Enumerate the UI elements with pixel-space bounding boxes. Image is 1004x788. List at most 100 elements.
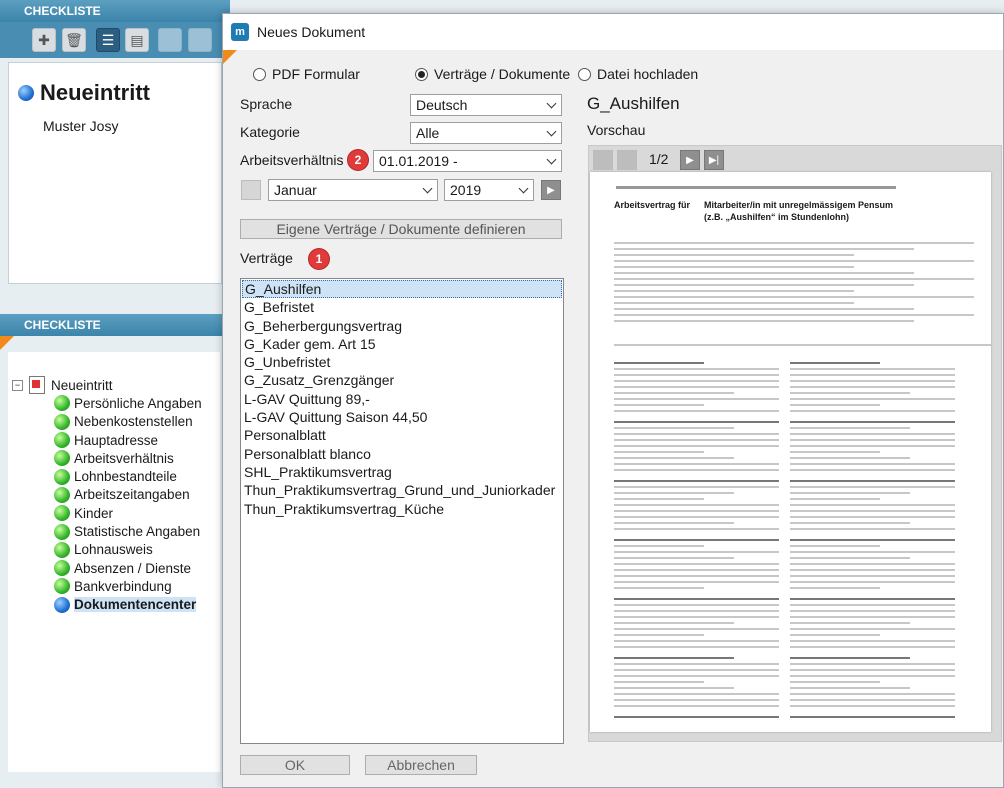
- doc-text-line: [614, 290, 854, 292]
- radio-icon[interactable]: [578, 67, 591, 81]
- doc-text-line: [614, 386, 779, 388]
- radio-icon[interactable]: [253, 67, 266, 81]
- radio-vertraege-dokumente[interactable]: Verträge / Dokumente: [415, 66, 570, 82]
- delete-icon[interactable]: 🗑: [62, 28, 86, 52]
- tree-item-label: Lohnbestandteile: [74, 469, 177, 485]
- doc-text-line: [790, 498, 880, 500]
- next-page-button[interactable]: ▶: [680, 150, 700, 170]
- status-done-icon: [54, 541, 70, 558]
- tree-item[interactable]: Lohnbestandteile: [12, 467, 202, 485]
- toolbar-button-disabled[interactable]: [188, 28, 212, 52]
- tree-root[interactable]: − Neueintritt: [12, 376, 202, 395]
- doc-text-line: [614, 362, 704, 364]
- doc-text-line: [614, 581, 779, 583]
- ok-button[interactable]: OK: [240, 755, 350, 775]
- list-view-icon[interactable]: ☰: [96, 28, 120, 52]
- doc-text-line: [614, 302, 854, 304]
- tree-item[interactable]: Absenzen / Dienste: [12, 559, 202, 577]
- previous-period-button[interactable]: [241, 180, 261, 200]
- vertrag-list-item[interactable]: L-GAV Quittung Saison 44,50: [242, 408, 562, 426]
- doc-text-line: [790, 657, 910, 659]
- toolbar-button-disabled[interactable]: [158, 28, 182, 52]
- tree-item[interactable]: Arbeitszeitangaben: [12, 486, 202, 504]
- radio-datei-hochladen[interactable]: Datei hochladen: [578, 66, 698, 82]
- radio-label: PDF Formular: [272, 66, 360, 82]
- collapse-icon[interactable]: −: [12, 379, 23, 391]
- radio-selected-icon[interactable]: [415, 67, 428, 81]
- kategorie-select[interactable]: Alle: [410, 122, 562, 144]
- status-done-icon: [54, 450, 70, 467]
- tree-item[interactable]: Dokumentencenter: [12, 596, 202, 614]
- vertrag-list-item[interactable]: Personalblatt: [242, 426, 562, 444]
- doc-text-line: [614, 663, 779, 665]
- tree-item[interactable]: Statistische Angaben: [12, 522, 202, 540]
- doc-text-line: [614, 242, 974, 244]
- doc-text-line: [614, 266, 854, 268]
- doc-text-line: [790, 486, 955, 488]
- radio-pdf-formular[interactable]: PDF Formular: [253, 66, 360, 82]
- last-page-button[interactable]: ▶|: [704, 150, 724, 170]
- doc-text-line: [614, 551, 779, 553]
- tree-item[interactable]: Arbeitsverhältnis: [12, 449, 202, 467]
- doc-text-line: [790, 716, 955, 718]
- vertrag-list-item[interactable]: SHL_Praktikumsvertrag: [242, 463, 562, 481]
- vertraege-list[interactable]: G_Aushilfen G_Befristet G_Beherbergungsver…: [240, 278, 564, 744]
- vertrag-list-item[interactable]: Thun_Praktikumsvertrag_Küche: [242, 500, 562, 518]
- doc-text-line: [790, 380, 955, 382]
- detail-view-icon[interactable]: ▤: [125, 28, 149, 52]
- tree-item[interactable]: Lohnausweis: [12, 541, 202, 559]
- orange-corner: [0, 336, 14, 350]
- doc-text-line: [614, 587, 704, 589]
- define-documents-button[interactable]: Eigene Verträge / Dokumente definieren: [240, 219, 562, 239]
- doc-text-line: [790, 622, 910, 624]
- sprache-select[interactable]: Deutsch: [410, 94, 562, 116]
- tree-item[interactable]: Nebenkostenstellen: [12, 413, 202, 431]
- tree-item[interactable]: Kinder: [12, 504, 202, 522]
- vertrag-list-item[interactable]: L-GAV Quittung 89,-: [242, 390, 562, 408]
- vertrag-list-item[interactable]: G_Unbefristet: [242, 353, 562, 371]
- doc-text-line: [614, 469, 779, 471]
- next-period-button[interactable]: ▶: [541, 180, 561, 200]
- doc-text-line: [614, 486, 779, 488]
- doc-text-line: [790, 427, 910, 429]
- tree-item-label: Nebenkostenstellen: [74, 414, 193, 430]
- doc-text-line: [790, 510, 955, 512]
- doc-text-line: [790, 699, 955, 701]
- vertrag-list-item[interactable]: G_Kader gem. Art 15: [242, 335, 562, 353]
- vertrag-list-item[interactable]: Thun_Praktikumsvertrag_Grund_und_Juniork…: [242, 481, 562, 499]
- previous-page-button[interactable]: [617, 150, 637, 170]
- app-icon: m: [231, 23, 249, 41]
- vertrag-list-item[interactable]: G_Aushilfen: [242, 280, 562, 299]
- doc-heading-right-1: Mitarbeiter/in mit unregelmässigem Pensu…: [704, 200, 894, 210]
- sprache-label: Sprache: [240, 96, 293, 112]
- doc-text-line: [790, 522, 910, 524]
- doc-text-line: [614, 646, 779, 648]
- doc-text-line: [614, 480, 779, 482]
- year-select[interactable]: 2019: [444, 179, 534, 201]
- doc-text-line: [614, 693, 779, 695]
- doc-text-line: [614, 248, 914, 250]
- tree-item[interactable]: Bankverbindung: [12, 577, 202, 595]
- doc-text-line: [790, 492, 910, 494]
- first-page-button[interactable]: [593, 150, 613, 170]
- doc-text-line: [614, 545, 704, 547]
- doc-text-line: [790, 681, 880, 683]
- doc-text-line: [790, 463, 955, 465]
- arbeitsverhaeltnis-select[interactable]: 01.01.2019 -: [373, 150, 562, 172]
- vertrag-list-item[interactable]: G_Beherbergungsvertrag: [242, 317, 562, 335]
- vertrag-list-item[interactable]: G_Befristet: [242, 298, 562, 316]
- doc-text-line: [614, 628, 779, 630]
- doc-text-line: [790, 640, 955, 642]
- doc-text-line: [614, 398, 779, 400]
- add-icon[interactable]: ✚: [32, 28, 56, 52]
- month-select[interactable]: Januar: [268, 179, 438, 201]
- vertrag-list-item[interactable]: Personalblatt blanco: [242, 445, 562, 463]
- tree-item[interactable]: Persönliche Angaben: [12, 394, 202, 412]
- checklist-toolbar: ✚ 🗑 ☰ ▤: [0, 22, 230, 58]
- doc-text-line: [614, 439, 779, 441]
- cancel-button[interactable]: Abbrechen: [365, 755, 477, 775]
- tree-item[interactable]: Hauptadresse: [12, 431, 202, 449]
- vertrag-list-item[interactable]: G_Zusatz_Grenzgänger: [242, 371, 562, 389]
- doc-text-line: [614, 320, 914, 322]
- doc-text-line: [790, 563, 955, 565]
